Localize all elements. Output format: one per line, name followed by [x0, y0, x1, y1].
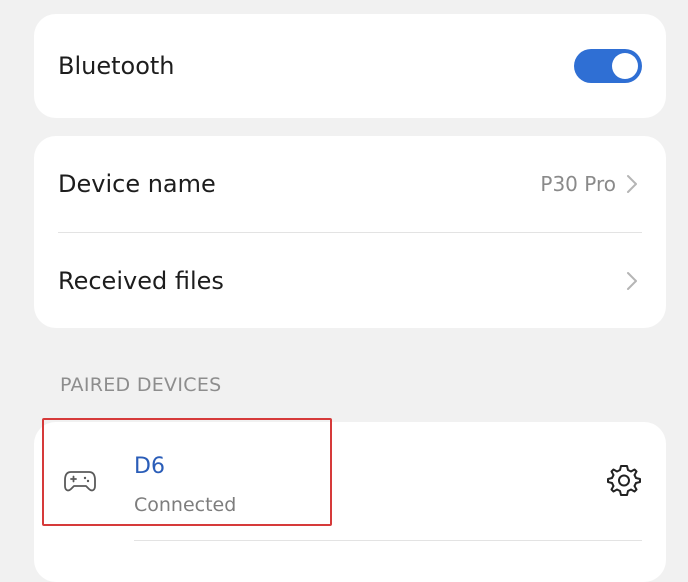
toggle-knob: [612, 53, 638, 79]
received-files-row[interactable]: Received files: [34, 233, 666, 328]
bluetooth-card: Bluetooth: [34, 14, 666, 118]
gear-icon[interactable]: [606, 462, 642, 498]
highlight-box: [42, 418, 332, 526]
device-name-value: P30 Pro: [540, 172, 616, 196]
bluetooth-label: Bluetooth: [58, 52, 175, 80]
device-name-value-group: P30 Pro: [540, 170, 642, 198]
device-name-label: Device name: [58, 170, 216, 198]
received-files-chevron-group: [616, 267, 642, 295]
device-settings-card: Device name P30 Pro Received files: [34, 136, 666, 328]
chevron-right-icon: [627, 175, 637, 193]
divider: [134, 540, 642, 541]
device-name-row[interactable]: Device name P30 Pro: [34, 136, 666, 232]
bluetooth-row[interactable]: Bluetooth: [34, 14, 666, 118]
bluetooth-toggle[interactable]: [574, 49, 642, 83]
received-files-label: Received files: [58, 266, 224, 295]
paired-devices-header: PAIRED DEVICES: [60, 374, 222, 396]
chevron-right-icon: [627, 271, 637, 290]
